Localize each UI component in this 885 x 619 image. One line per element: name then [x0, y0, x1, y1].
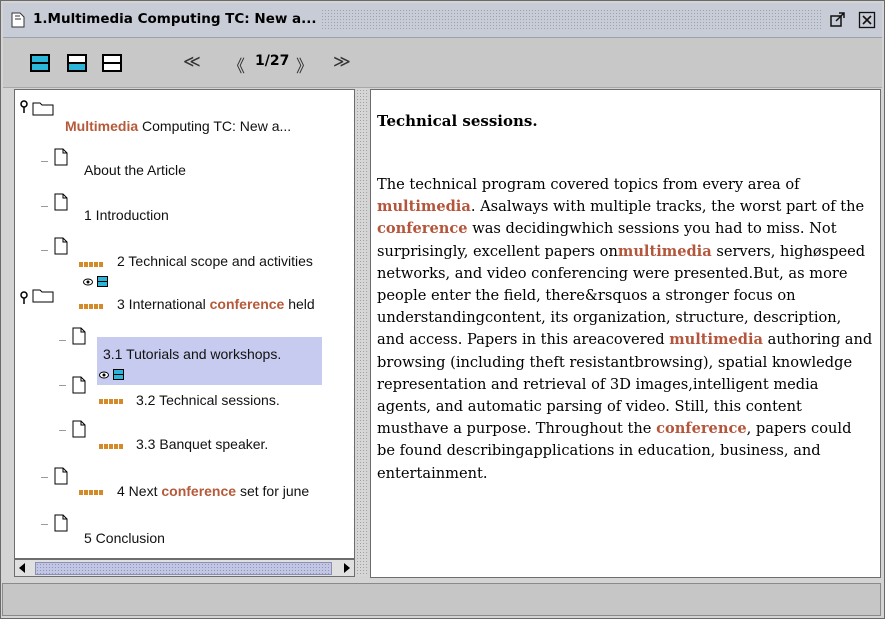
tree-item-international-conference[interactable]: 3 International conference held: [117, 296, 315, 312]
page-icon: [54, 148, 68, 166]
page-icon: [54, 467, 68, 485]
page-icon: [54, 193, 68, 211]
tree-item-label: set for june: [236, 483, 310, 499]
folder-icon: [32, 102, 54, 116]
tree-connector: [41, 161, 48, 162]
eye-icon: [83, 278, 93, 286]
tree-item-technical-scope[interactable]: 2 Technical scope and activities: [117, 253, 313, 269]
pin-icon[interactable]: [19, 291, 29, 305]
document-icon: [11, 12, 25, 28]
body-text: . Asalways with multiple tracks, the wor…: [470, 198, 865, 216]
keyword-highlight: conference: [377, 220, 468, 238]
tree-item-technical-sessions[interactable]: 3.2 Technical sessions.: [136, 392, 280, 408]
tree-item-label: 3 International: [117, 296, 210, 312]
pane-splitter[interactable]: [356, 89, 367, 576]
relevance-bar: [79, 490, 104, 495]
close-icon[interactable]: [858, 11, 876, 29]
tree-item-next-conference[interactable]: 4 Next conference set for june: [117, 483, 309, 499]
page-icon: [54, 237, 68, 255]
layout-mini-icon: [113, 369, 124, 380]
outline-tree[interactable]: Multimedia Computing TC: New a... About …: [14, 89, 355, 559]
last-page-button[interactable]: ≫: [333, 52, 351, 72]
relevance-bar: [99, 399, 124, 404]
tree-item-root-label: Computing TC: New a...: [138, 118, 292, 134]
body-text: The technical program covered topics fro…: [377, 176, 800, 193]
tree-item-conclusion[interactable]: 5 Conclusion: [84, 530, 165, 546]
tree-connector: [59, 430, 66, 431]
toolbar: ≪ 《 1/27 》 ≫: [3, 38, 882, 88]
tree-item-highlight: conference: [209, 296, 285, 312]
section-body: The technical program covered topics fro…: [377, 174, 873, 485]
tree-item-banquet[interactable]: 3.3 Banquet speaker.: [136, 436, 268, 452]
scrollbar-thumb[interactable]: [35, 562, 332, 575]
keyword-highlight: multimedia: [617, 242, 712, 260]
next-page-button[interactable]: 》: [296, 52, 313, 77]
first-page-button[interactable]: ≪: [183, 52, 201, 72]
relevance-bar: [79, 304, 104, 309]
tree-item-highlight: conference: [161, 483, 237, 499]
tree-connector: [41, 524, 48, 525]
relevance-bar: [99, 444, 124, 449]
keyword-highlight: multimedia: [377, 198, 471, 216]
horizontal-scrollbar[interactable]: [14, 559, 355, 577]
status-bar: [2, 583, 881, 616]
tree-item-root-highlight: Multimedia: [65, 118, 139, 134]
page-icon: [72, 327, 86, 345]
relevance-bar: [79, 262, 104, 267]
restore-icon[interactable]: [829, 11, 847, 29]
scroll-left-icon[interactable]: [19, 563, 25, 573]
layout-plain-icon[interactable]: [102, 54, 122, 72]
eye-icon: [99, 371, 109, 379]
keyword-highlight: multimedia: [669, 331, 763, 349]
tree-item-root[interactable]: Multimedia Computing TC: New a...: [65, 118, 291, 134]
section-heading: Technical sessions.: [377, 112, 538, 130]
page-icon: [54, 514, 68, 532]
layout-split-icon[interactable]: [67, 54, 87, 72]
content-pane: Technical sessions. The technical progra…: [370, 89, 881, 578]
keyword-highlight: conference: [656, 420, 747, 438]
tree-item-introduction[interactable]: 1 Introduction: [84, 207, 169, 223]
title-bar[interactable]: 1.Multimedia Computing TC: New a...: [3, 3, 882, 38]
layout-mini-icon: [97, 276, 108, 287]
tree-connector: [59, 385, 66, 386]
tree-item-about[interactable]: About the Article: [84, 162, 186, 178]
page-icon: [72, 376, 86, 394]
page-indicator: 1/27: [255, 53, 290, 69]
tree-connector: [41, 477, 48, 478]
tree-item-label: 4 Next: [117, 483, 162, 499]
tree-item-tutorials[interactable]: 3.1 Tutorials and workshops.: [103, 346, 281, 362]
tree-item-label: held: [284, 296, 315, 312]
tree-connector: [41, 206, 48, 207]
title-bar-pattern: [321, 9, 821, 31]
layout-full-icon[interactable]: [30, 54, 50, 72]
folder-icon: [32, 289, 54, 303]
scroll-right-icon[interactable]: [344, 563, 350, 573]
tree-connector: [59, 340, 66, 341]
tree-connector: [41, 250, 48, 251]
pin-icon[interactable]: [19, 100, 29, 114]
window-title: 1.Multimedia Computing TC: New a...: [33, 11, 317, 27]
page-icon: [72, 420, 86, 438]
prev-page-button[interactable]: 《: [228, 52, 245, 77]
